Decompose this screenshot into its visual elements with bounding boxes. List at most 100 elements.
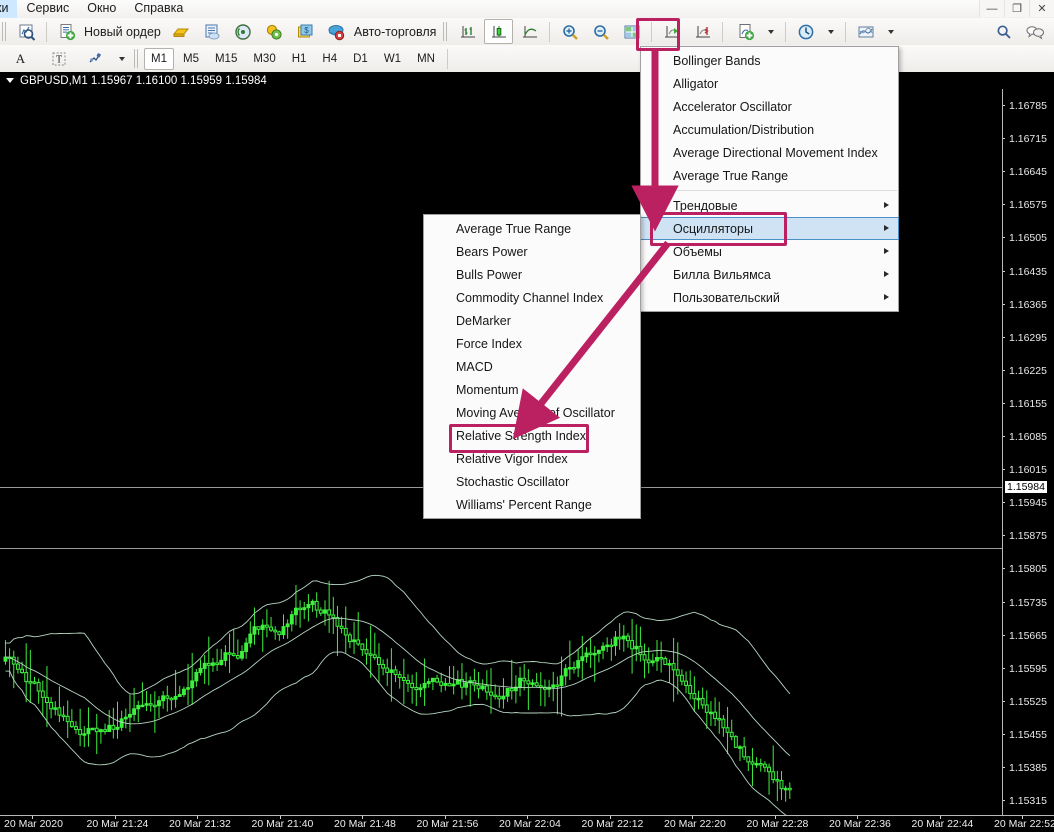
indicator-menu-item-11[interactable]: Пользовательский — [641, 286, 898, 309]
bar-chart-icon[interactable] — [453, 19, 482, 44]
drawings-icon[interactable] — [82, 46, 111, 71]
zoom-in-icon[interactable] — [555, 19, 584, 44]
timeframe-button-h1[interactable]: H1 — [285, 48, 314, 70]
templates-dropdown-arrow[interactable] — [882, 19, 900, 44]
indicator-menu-item-10[interactable]: Билла Вильямса — [641, 263, 898, 286]
candlestick — [158, 701, 161, 706]
magnifier-chart-icon[interactable] — [12, 19, 41, 44]
oscillator-item-2[interactable]: Bulls Power — [424, 263, 640, 286]
chart-shift-icon[interactable] — [688, 19, 717, 44]
oscillators-submenu[interactable]: Average True RangeBears PowerBulls Power… — [423, 214, 641, 519]
time-label: 20 Mar 21:56 — [417, 818, 479, 830]
oscillator-item-6[interactable]: MACD — [424, 355, 640, 378]
indicator-menu-item-4[interactable]: Average Directional Movement Index — [641, 141, 898, 164]
gold-bar-icon[interactable] — [167, 19, 196, 44]
candlestick — [50, 702, 53, 708]
candlestick — [705, 705, 708, 712]
timeframe-button-h4[interactable]: H4 — [315, 48, 344, 70]
font-letter-icon[interactable]: A — [6, 46, 35, 71]
candlestick — [12, 657, 15, 664]
candlestick — [593, 653, 596, 655]
oscillator-item-10[interactable]: Relative Vigor Index — [424, 447, 640, 470]
indicator-menu-item-0[interactable]: Bollinger Bands — [641, 49, 898, 72]
candlestick — [481, 686, 484, 689]
templates-icon[interactable] — [851, 19, 880, 44]
oscillator-item-5[interactable]: Force Index — [424, 332, 640, 355]
indicator-menu-item-9[interactable]: Объемы — [641, 240, 898, 263]
signals-icon[interactable] — [229, 19, 258, 44]
menu-item-help[interactable]: Справка — [125, 0, 192, 18]
indicator-menu-item-label: Билла Вильямса — [673, 268, 771, 282]
timeframe-button-mn[interactable]: MN — [410, 48, 442, 70]
timeframe-button-m5[interactable]: M5 — [176, 48, 206, 70]
oscillator-item-3[interactable]: Commodity Channel Index — [424, 286, 640, 309]
oscillator-item-0[interactable]: Average True Range — [424, 217, 640, 240]
price-axis[interactable]: 1.167851.167151.166451.165751.165051.164… — [1002, 89, 1054, 815]
oscillator-item-9[interactable]: Relative Strength Index — [424, 424, 640, 447]
text-label-icon[interactable]: T — [44, 46, 73, 71]
add-indicator-icon[interactable] — [731, 19, 760, 44]
oscillator-item-label: Stochastic Oscillator — [456, 475, 569, 489]
toolbar-grip-2[interactable] — [443, 22, 448, 41]
period-icon[interactable] — [791, 19, 820, 44]
period-dropdown-arrow[interactable] — [822, 19, 840, 44]
timeframe-button-m1[interactable]: M1 — [144, 48, 174, 70]
restore-icon[interactable]: ❐ — [1004, 0, 1029, 17]
timeframe-button-m30[interactable]: M30 — [246, 48, 282, 70]
timeframes-grip[interactable] — [134, 49, 139, 68]
auto-scroll-icon[interactable] — [657, 19, 686, 44]
oscillator-item-7[interactable]: Momentum — [424, 378, 640, 401]
oscillator-item-12[interactable]: Williams' Percent Range — [424, 493, 640, 516]
news-icon[interactable] — [198, 19, 227, 44]
candlestick — [751, 762, 754, 764]
indicators-dropdown-menu[interactable]: Bollinger BandsAlligatorAccelerator Osci… — [640, 46, 899, 312]
search-icon[interactable] — [989, 19, 1018, 44]
candlestick — [635, 646, 638, 648]
indicator-menu-item-8[interactable]: Осцилляторы — [640, 217, 899, 240]
candlestick — [535, 683, 538, 686]
indicator-menu-item-1[interactable]: Alligator — [641, 72, 898, 95]
candlestick — [145, 704, 148, 706]
market-icon[interactable] — [260, 19, 289, 44]
current-price-label: 1.15984 — [1005, 481, 1047, 493]
menu-item-window[interactable]: Окно — [78, 0, 125, 18]
toolbar-grip[interactable] — [2, 22, 7, 41]
tile-windows-icon[interactable] — [617, 19, 646, 44]
indicator-menu-item-3[interactable]: Accumulation/Distribution — [641, 118, 898, 141]
indicator-menu-item-2[interactable]: Accelerator Oscillator — [641, 95, 898, 118]
oscillator-item-8[interactable]: Moving Average of Oscillator — [424, 401, 640, 424]
oscillator-item-4[interactable]: DeMarker — [424, 309, 640, 332]
candlestick — [324, 610, 327, 613]
drawings-dropdown-arrow[interactable] — [113, 46, 131, 71]
chart-menu-arrow-icon[interactable] — [6, 78, 14, 83]
time-label: 20 Mar 22:20 — [664, 818, 726, 830]
minimize-icon[interactable]: — — [979, 0, 1004, 17]
candlestick-chart-icon[interactable] — [484, 19, 513, 44]
oscillator-item-1[interactable]: Bears Power — [424, 240, 640, 263]
toolbar-separator-1 — [46, 22, 47, 42]
autotrading-label[interactable]: Авто-торговля — [352, 25, 442, 39]
time-axis[interactable]: 20 Mar 202020 Mar 21:2420 Mar 21:3220 Ma… — [0, 815, 1054, 832]
indicator-menu-item-7[interactable]: Трендовые — [641, 194, 898, 217]
price-label: 1.16785 — [1009, 101, 1047, 111]
close-icon[interactable]: ✕ — [1029, 0, 1054, 17]
menu-bar: ки Сервис Окно Справка — ❐ ✕ — [0, 0, 1054, 19]
menu-item-service[interactable]: Сервис — [17, 0, 78, 18]
add-indicator-dropdown-arrow[interactable] — [762, 19, 780, 44]
oscillator-item-11[interactable]: Stochastic Oscillator — [424, 470, 640, 493]
zoom-out-icon[interactable] — [586, 19, 615, 44]
candlestick — [427, 682, 430, 684]
new-order-label[interactable]: Новый ордер — [82, 25, 166, 39]
chat-icon[interactable] — [1020, 19, 1049, 44]
timeframe-button-w1[interactable]: W1 — [377, 48, 408, 70]
indicator-menu-item-5[interactable]: Average True Range — [641, 164, 898, 187]
new-order-icon[interactable] — [52, 19, 81, 44]
line-chart-icon[interactable] — [515, 19, 544, 44]
oscillator-item-label: Relative Vigor Index — [456, 452, 568, 466]
autotrading-icon[interactable] — [322, 19, 351, 44]
menu-item-0[interactable]: ки — [0, 0, 17, 18]
wallet-icon[interactable]: $ — [291, 19, 320, 44]
timeframe-button-m15[interactable]: M15 — [208, 48, 244, 70]
price-label: 1.15525 — [1009, 697, 1047, 707]
timeframe-button-d1[interactable]: D1 — [346, 48, 375, 70]
